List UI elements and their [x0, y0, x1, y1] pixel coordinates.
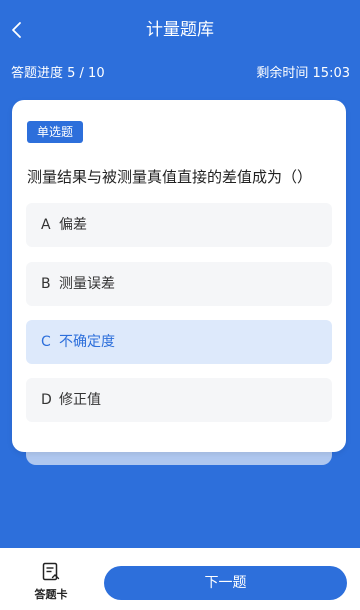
bottom-bar: 答题卡 下一题: [0, 548, 360, 610]
remaining-time: 剩余时间 15:03: [256, 66, 350, 81]
app-header: 计量题库: [0, 0, 360, 62]
option-c[interactable]: C 不确定度: [26, 320, 332, 364]
progress-label: 答题进度 5 / 10: [11, 66, 105, 81]
option-text: 偏差: [59, 217, 87, 233]
next-question-button[interactable]: 下一题: [104, 566, 347, 600]
option-letter: D: [41, 392, 52, 408]
option-a[interactable]: A 偏差: [26, 203, 332, 247]
question-text: 测量结果与被测量真值直接的差值成为（）: [27, 168, 313, 186]
option-text: 测量误差: [59, 276, 115, 292]
option-d[interactable]: D 修正值: [26, 378, 332, 422]
option-letter: B: [41, 276, 51, 292]
question-card: 单选题 测量结果与被测量真值直接的差值成为（） A 偏差 B 测量误差 C 不确…: [12, 100, 346, 452]
answer-card-label: 答题卡: [34, 588, 68, 601]
option-text: 不确定度: [59, 334, 115, 350]
option-b[interactable]: B 测量误差: [26, 262, 332, 306]
option-letter: A: [41, 217, 51, 233]
answer-sheet-icon[interactable]: [40, 562, 62, 582]
option-letter: C: [41, 334, 51, 350]
progress-row: 答题进度 5 / 10 剩余时间 15:03: [11, 62, 350, 86]
page-title: 计量题库: [146, 20, 214, 40]
answer-card-button[interactable]: 答题卡: [22, 562, 80, 606]
question-type-badge: 单选题: [27, 121, 84, 143]
option-text: 修正值: [59, 392, 101, 408]
